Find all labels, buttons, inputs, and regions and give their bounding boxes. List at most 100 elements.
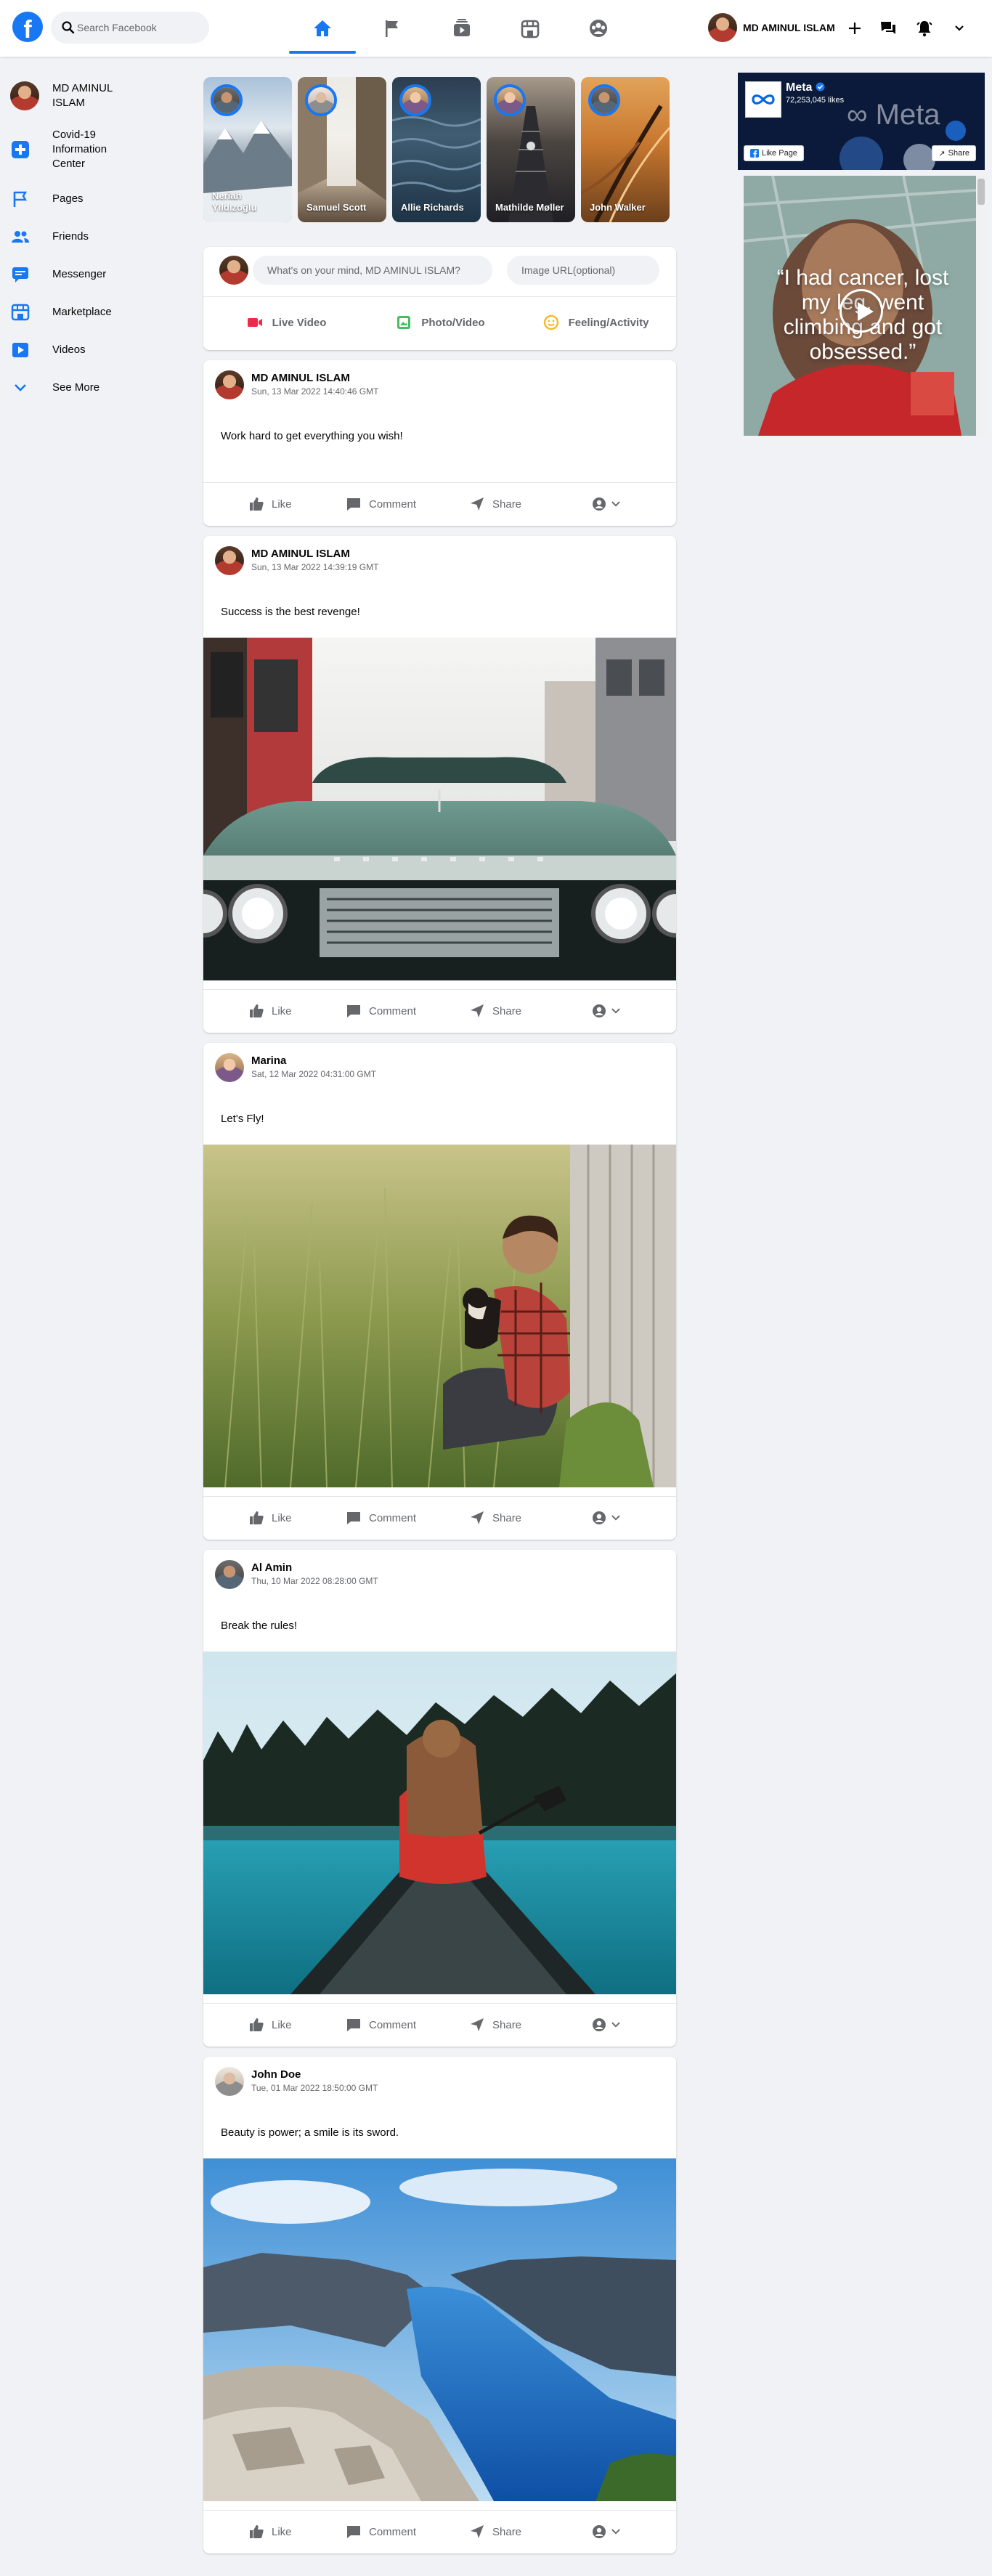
sidebar-item-videos[interactable]: Videos [10, 340, 184, 360]
sidebar-profile-name: MD AMINUL ISLAM [52, 82, 113, 109]
post-author[interactable]: Al Amin [251, 1561, 292, 1574]
like-page-button[interactable]: Like Page [744, 145, 804, 161]
plus-icon[interactable] [845, 19, 864, 38]
messenger-icon[interactable] [879, 19, 898, 38]
sidebar-profile[interactable]: MD AMINUL ISLAM [10, 81, 184, 110]
audience-selector[interactable] [591, 2520, 622, 2543]
sidebar-item-see-more[interactable]: See More [10, 378, 184, 398]
post-author[interactable]: Marina [251, 1055, 286, 1067]
comment-label: Comment [369, 2525, 417, 2538]
like-button[interactable]: Like [248, 999, 292, 1023]
chevron-down-icon [611, 2529, 620, 2535]
post-author[interactable]: MD AMINUL ISLAM [251, 372, 350, 384]
ad-page-name[interactable]: Meta [786, 81, 825, 94]
share-button[interactable]: Share [469, 999, 521, 1023]
comment-label: Comment [369, 1511, 417, 1524]
photo-icon [397, 316, 411, 329]
like-button[interactable]: Like [248, 492, 292, 516]
share-button[interactable]: Share [469, 492, 521, 516]
post-author[interactable]: John Doe [251, 2068, 301, 2081]
image-url-input[interactable] [507, 256, 659, 285]
post-timestamp: Thu, 10 Mar 2022 08:28:00 GMT [251, 1576, 378, 1586]
post-image[interactable] [203, 638, 676, 980]
story-name: Neriah Yıldızoğlu [212, 190, 257, 213]
avatar[interactable] [215, 2067, 244, 2096]
share-label: Share [492, 2018, 522, 2031]
avatar[interactable] [215, 546, 244, 575]
story-card[interactable]: Neriah Yıldızoğlu [203, 77, 292, 222]
nav-tab-pages[interactable] [359, 10, 426, 46]
sponsored-video[interactable]: “I had cancer, lost my leg, went climbin… [744, 176, 976, 436]
story-card[interactable]: Allie Richards [392, 77, 481, 222]
sidebar-item-covid[interactable]: Covid-19 Information Center [10, 128, 184, 171]
comment-button[interactable]: Comment [346, 492, 416, 516]
feeling-activity-button[interactable]: Feeling/Activity [523, 306, 668, 338]
like-button[interactable]: Like [248, 2013, 292, 2036]
like-label: Like [272, 1004, 292, 1017]
story-card[interactable]: Samuel Scott [298, 77, 386, 222]
share-icon [471, 1004, 484, 1017]
post-text-input[interactable] [253, 256, 492, 285]
marketplace-icon [521, 20, 540, 38]
post-composer: Live Video Photo/Video Feeling/Activity [203, 247, 676, 350]
nav-tab-watch[interactable] [428, 10, 495, 46]
scrollbar-thumb[interactable] [977, 179, 985, 205]
notifications-icon[interactable] [915, 19, 934, 38]
play-button-icon[interactable] [839, 289, 883, 333]
sidebar-item-marketplace[interactable]: Marketplace [10, 302, 184, 322]
nav-tab-home[interactable] [289, 10, 356, 54]
post-image[interactable] [203, 2158, 676, 2501]
story-name: John Walker [590, 202, 646, 213]
nav-tab-marketplace[interactable] [497, 10, 564, 46]
comment-button[interactable]: Comment [346, 2520, 416, 2543]
avatar[interactable] [215, 1560, 244, 1589]
share-button[interactable]: Share [469, 2013, 521, 2036]
user-circle-icon [593, 2018, 606, 2031]
messenger-icon [10, 264, 31, 285]
photo-video-button[interactable]: Photo/Video [367, 306, 513, 338]
avatar[interactable] [215, 370, 244, 399]
nav-tab-groups[interactable] [565, 10, 632, 46]
button-label: Feeling/Activity [568, 316, 649, 329]
account-menu-chevron-icon[interactable] [950, 19, 969, 38]
sponsored-page-plugin[interactable]: Meta 72,253,045 likes ∞ Meta Like Page ↗… [738, 73, 985, 170]
audience-selector[interactable] [591, 492, 622, 516]
sidebar-item-pages[interactable]: Pages [10, 189, 184, 209]
share-button[interactable]: Share [469, 2520, 521, 2543]
ad-watermark: ∞ Meta [847, 99, 940, 131]
sidebar-item-messenger[interactable]: Messenger [10, 264, 184, 285]
comment-button[interactable]: Comment [346, 2013, 416, 2036]
avatar[interactable] [215, 1053, 244, 1082]
search-box[interactable] [51, 12, 209, 44]
post-timestamp: Tue, 01 Mar 2022 18:50:00 GMT [251, 2083, 378, 2093]
avatar [308, 87, 334, 113]
comment-icon [347, 498, 360, 511]
comment-button[interactable]: Comment [346, 1506, 416, 1529]
post-image[interactable] [203, 1651, 676, 1994]
search-input[interactable] [77, 12, 200, 44]
profile-chip[interactable]: MD AMINUL ISLAM [708, 10, 835, 45]
audience-selector[interactable] [591, 2013, 622, 2036]
pages-flag-icon [10, 189, 31, 209]
like-button[interactable]: Like [248, 1506, 292, 1529]
friends-icon [10, 227, 31, 247]
chevron-down-icon [611, 2022, 620, 2028]
share-label: Share [492, 1511, 522, 1524]
like-button[interactable]: Like [248, 2520, 292, 2543]
ad-share-button[interactable]: ↗ Share [932, 145, 976, 161]
story-card[interactable]: John Walker [581, 77, 670, 222]
post-image[interactable] [203, 1145, 676, 1487]
sidebar-item-friends[interactable]: Friends [10, 227, 184, 247]
audience-selector[interactable] [591, 999, 622, 1023]
audience-selector[interactable] [591, 1506, 622, 1529]
comment-button[interactable]: Comment [346, 999, 416, 1023]
live-video-button[interactable]: Live Video [214, 306, 359, 338]
flag-icon [386, 20, 398, 37]
post-author[interactable]: MD AMINUL ISLAM [251, 548, 350, 560]
profile-chip-name: MD AMINUL ISLAM [743, 22, 835, 33]
avatar [214, 87, 240, 113]
ad-scrollbar[interactable] [976, 176, 986, 436]
story-card[interactable]: Mathilde Møller [487, 77, 575, 222]
share-button[interactable]: Share [469, 1506, 521, 1529]
facebook-logo[interactable]: f [12, 12, 43, 42]
